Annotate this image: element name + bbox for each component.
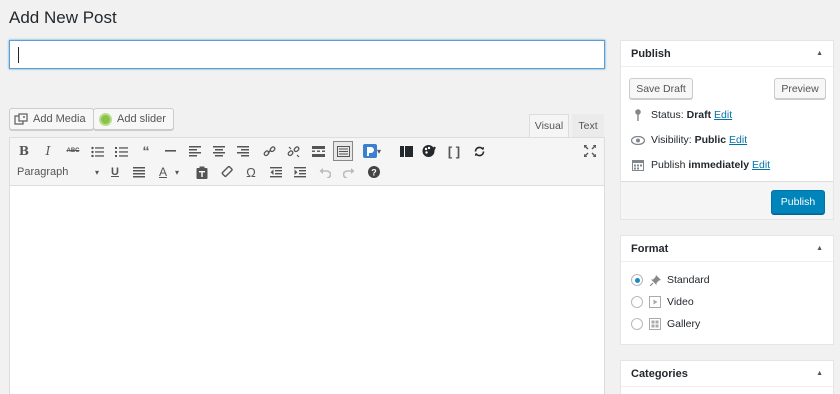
- refresh-icon[interactable]: [469, 141, 489, 161]
- format-select-value: Paragraph: [17, 166, 69, 178]
- slider-icon: [98, 112, 112, 126]
- add-slider-button[interactable]: Add slider: [93, 108, 174, 130]
- layout-icon[interactable]: [396, 141, 416, 161]
- add-media-label: Add Media: [33, 113, 86, 125]
- categories-box-title: Categories: [631, 367, 688, 380]
- status-edit-link[interactable]: Edit: [714, 109, 732, 121]
- visibility-edit-link[interactable]: Edit: [729, 134, 747, 146]
- shortcode-brackets-icon[interactable]: [ ]: [444, 141, 464, 161]
- indent-icon[interactable]: [290, 162, 310, 182]
- thumbtack-icon: [648, 274, 662, 286]
- preview-button[interactable]: Preview: [774, 78, 826, 99]
- publish-box-title: Publish: [631, 47, 671, 60]
- format-option-standard[interactable]: Standard: [631, 274, 710, 286]
- visibility-value: Public: [694, 134, 727, 146]
- page-title: Add New Post: [9, 8, 117, 27]
- publish-label: Publish: [651, 159, 686, 171]
- palette-icon[interactable]: [419, 141, 439, 161]
- tab-text[interactable]: Text: [572, 114, 604, 137]
- insert-link-icon[interactable]: [259, 141, 279, 161]
- paste-as-text-icon[interactable]: [192, 162, 212, 182]
- format-select[interactable]: Paragraph ▾: [15, 164, 103, 180]
- format-option-label: Video: [667, 296, 694, 308]
- format-box-title: Format: [631, 242, 669, 255]
- align-left-icon[interactable]: [185, 141, 205, 161]
- numbered-list-icon[interactable]: [111, 141, 131, 161]
- toolbar-toggle-icon[interactable]: [333, 141, 353, 161]
- collapse-arrow-icon[interactable]: ▲: [816, 50, 823, 57]
- text-color-icon[interactable]: A: [153, 162, 173, 182]
- align-right-icon[interactable]: [233, 141, 253, 161]
- remove-link-icon[interactable]: [283, 141, 303, 161]
- add-media-button[interactable]: Add Media: [9, 108, 94, 130]
- add-slider-label: Add slider: [117, 113, 166, 125]
- justify-icon[interactable]: [129, 162, 149, 182]
- svg-text:?: ?: [371, 168, 377, 178]
- gallery-icon: [648, 318, 662, 330]
- outdent-icon[interactable]: [266, 162, 286, 182]
- align-center-icon[interactable]: [209, 141, 229, 161]
- bold-icon[interactable]: B: [14, 141, 34, 161]
- save-draft-button[interactable]: Save Draft: [629, 78, 693, 99]
- format-box: Format ▲ Standard Video Gallery: [620, 235, 834, 345]
- radio-button[interactable]: [631, 318, 643, 330]
- strikethrough-icon[interactable]: ABC: [63, 141, 83, 161]
- radio-button-checked[interactable]: [631, 274, 643, 286]
- read-more-icon[interactable]: [308, 141, 328, 161]
- horizontal-line-icon[interactable]: [160, 141, 180, 161]
- status-value: Draft: [686, 109, 712, 121]
- calendar-icon: [631, 159, 645, 171]
- undo-icon[interactable]: [315, 162, 335, 182]
- text-color-dropdown-icon[interactable]: ▾: [171, 162, 183, 182]
- post-title-input[interactable]: [9, 40, 605, 69]
- publish-button[interactable]: Publish: [771, 190, 825, 214]
- text-caret: [18, 47, 19, 63]
- plugin-dropdown-icon[interactable]: ▾: [374, 141, 384, 161]
- publish-box-header[interactable]: Publish ▲: [621, 41, 833, 67]
- pin-icon: [631, 109, 645, 121]
- format-option-gallery[interactable]: Gallery: [631, 318, 700, 330]
- media-icon: [14, 112, 28, 126]
- categories-box: Categories ▲: [620, 360, 834, 394]
- visibility-label: Visibility:: [651, 134, 692, 146]
- status-label: Status:: [651, 109, 684, 121]
- format-option-label: Standard: [667, 274, 710, 286]
- publish-edit-link[interactable]: Edit: [752, 159, 770, 171]
- video-icon: [648, 296, 662, 308]
- fullscreen-icon[interactable]: [580, 141, 600, 161]
- editor-content-area[interactable]: [9, 186, 605, 394]
- categories-box-header[interactable]: Categories ▲: [621, 361, 833, 387]
- publish-box: Publish ▲ Save Draft Preview Status: Dra…: [620, 40, 834, 220]
- underline-icon[interactable]: U: [105, 162, 125, 182]
- format-box-header[interactable]: Format ▲: [621, 236, 833, 262]
- collapse-arrow-icon[interactable]: ▲: [816, 370, 823, 377]
- special-character-icon[interactable]: Ω: [241, 162, 261, 182]
- bulleted-list-icon[interactable]: [87, 141, 107, 161]
- major-publishing-actions: Publish: [621, 181, 833, 219]
- tab-visual[interactable]: Visual: [529, 114, 569, 137]
- blockquote-icon[interactable]: “: [136, 141, 156, 161]
- format-option-video[interactable]: Video: [631, 296, 694, 308]
- format-option-label: Gallery: [667, 318, 701, 330]
- help-icon[interactable]: ?: [364, 162, 384, 182]
- visibility-row: Visibility: Public Edit: [631, 134, 747, 146]
- clear-formatting-icon[interactable]: [217, 162, 237, 182]
- redo-icon[interactable]: [339, 162, 359, 182]
- radio-button[interactable]: [631, 296, 643, 308]
- eye-icon: [631, 135, 645, 145]
- publish-value: immediately: [688, 159, 750, 171]
- chevron-down-icon: ▾: [94, 167, 99, 177]
- collapse-arrow-icon[interactable]: ▲: [816, 245, 823, 252]
- status-row: Status: Draft Edit: [631, 109, 732, 121]
- schedule-row: Publish immediately Edit: [631, 159, 770, 171]
- italic-icon[interactable]: I: [38, 141, 58, 161]
- editor-toolbar: B I ABC “ ▾ [] Paragraph ▾ U A ▾ Ω ?: [9, 137, 605, 186]
